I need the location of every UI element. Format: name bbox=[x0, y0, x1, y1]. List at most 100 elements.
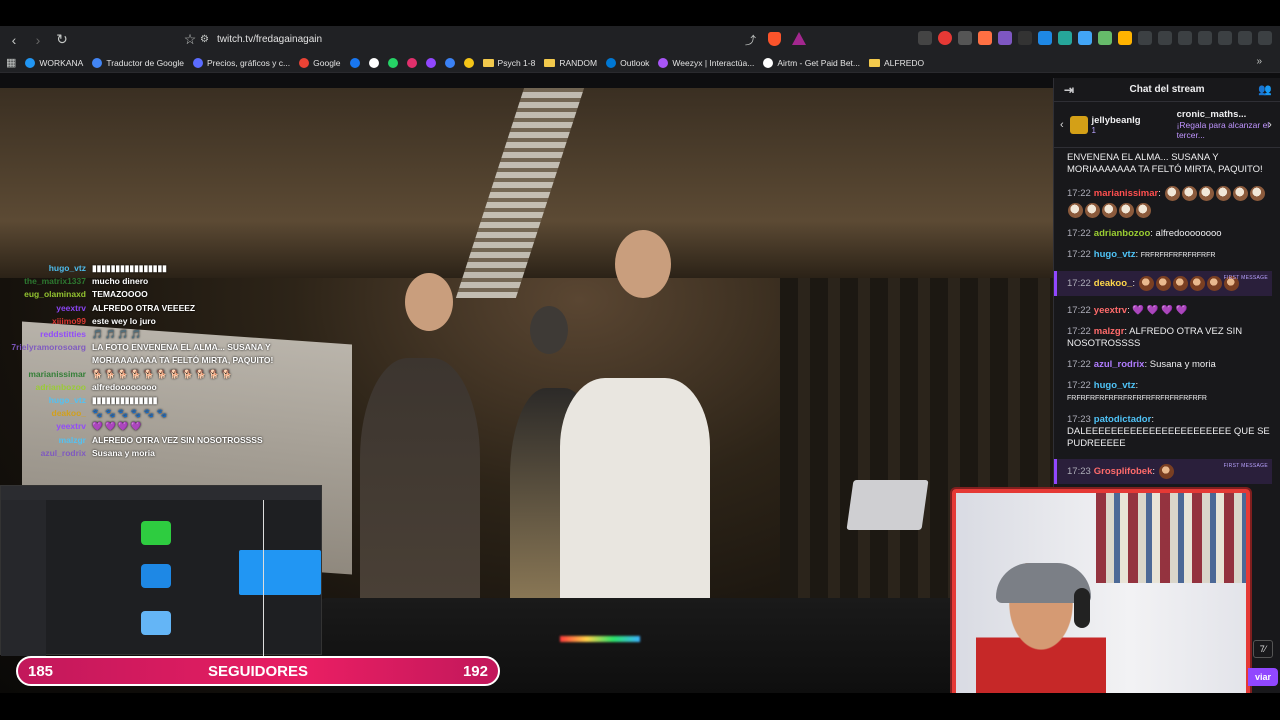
bookmark-item[interactable]: Airtm - Get Paid Bet... bbox=[763, 57, 860, 68]
chat-send-button[interactable]: viar bbox=[1248, 668, 1278, 686]
emote-icon bbox=[1158, 464, 1174, 479]
emote-icon bbox=[1085, 203, 1100, 218]
followers-label: SEGUIDORES bbox=[207, 662, 309, 680]
chat-message[interactable]: 17:23 patodictador: DALEEEEEEEEEEEEEEEEEE… bbox=[1067, 414, 1272, 450]
extension-icon[interactable] bbox=[1058, 31, 1072, 45]
chat-username[interactable]: adrianbozoo bbox=[1094, 228, 1150, 239]
brave-shield-icon[interactable] bbox=[768, 32, 781, 46]
bookmark-label: Precios, gráficos y c... bbox=[206, 57, 291, 68]
chat-username[interactable]: yeextrv bbox=[1094, 305, 1127, 316]
chat-username[interactable]: malzgr bbox=[1094, 326, 1125, 337]
bookmark-item[interactable]: Weezyx | Interactúa... bbox=[658, 57, 754, 68]
chat-message[interactable]: FIRST MESSAGE 17:23 Grosplifobek: bbox=[1054, 459, 1272, 484]
extension-icon[interactable] bbox=[978, 31, 992, 45]
performer-head bbox=[405, 273, 453, 331]
sidebar-icon[interactable] bbox=[1198, 31, 1212, 45]
share-icon[interactable]: ⤴ bbox=[745, 32, 756, 48]
extension-icon[interactable] bbox=[1158, 31, 1172, 45]
extensions-puzzle-icon[interactable] bbox=[1138, 31, 1152, 45]
bookmark-item[interactable]: WORKANA bbox=[25, 57, 83, 68]
performer-head bbox=[615, 230, 671, 298]
bookmark-icon[interactable] bbox=[463, 57, 474, 68]
chat-message[interactable]: 17:22 yeextrv: 💜 💜 💜 💜 bbox=[1067, 305, 1272, 317]
bookmark-item[interactable]: ALFREDO bbox=[869, 58, 924, 68]
forward-icon[interactable]: › bbox=[28, 30, 48, 50]
vpn-icon[interactable] bbox=[1238, 31, 1252, 45]
chat-username[interactable]: patodictador bbox=[1094, 414, 1152, 425]
chat-username[interactable]: azul_rodrix bbox=[1094, 359, 1145, 370]
extension-icon[interactable] bbox=[1038, 31, 1052, 45]
bookmark-item[interactable]: Google bbox=[299, 57, 341, 68]
chat-username[interactable]: marianissimar bbox=[1094, 188, 1158, 199]
overlay-chat-username: malzgr bbox=[58, 434, 86, 445]
chat-message[interactable]: 17:22 marianissimar: bbox=[1067, 185, 1272, 219]
bookmark-item[interactable]: Traductor de Google bbox=[92, 57, 184, 68]
rewards-icon[interactable] bbox=[792, 32, 806, 45]
overlay-chat-username: yeextrv bbox=[56, 302, 86, 313]
chevron-left-icon[interactable]: ‹ bbox=[1054, 119, 1070, 131]
bookmark-icon[interactable] bbox=[349, 57, 360, 68]
extension-icon[interactable] bbox=[1078, 31, 1092, 45]
chat-message[interactable]: 17:22 hugo_vtz: FRFRFRFRFRFRFRFR bbox=[1067, 249, 1272, 262]
favicon-icon bbox=[658, 57, 669, 68]
chat-separator: : bbox=[1152, 466, 1158, 478]
chat-username[interactable]: hugo_vtz bbox=[1094, 380, 1136, 391]
chat-message[interactable]: 17:22 azul_rodrix: Susana y moria bbox=[1067, 359, 1272, 371]
extension-icon[interactable] bbox=[998, 31, 1012, 45]
bookmark-icon[interactable] bbox=[444, 57, 455, 68]
chat-username[interactable]: deakoo_ bbox=[1094, 278, 1133, 289]
collapse-chat-icon[interactable]: ⇥ bbox=[1064, 83, 1074, 97]
url-field[interactable]: ⚙ twitch.tv/fredagainagain bbox=[200, 30, 760, 49]
wallet-icon[interactable] bbox=[1218, 31, 1232, 45]
bookmark-icon[interactable] bbox=[406, 57, 417, 68]
menu-icon[interactable] bbox=[1258, 31, 1272, 45]
overlay-chat-line: 7rielyramorosoarg LA FOTO ENVENENA EL ALM… bbox=[0, 341, 280, 354]
chat-message[interactable]: FIRST MESSAGE 17:22 deakoo_: bbox=[1054, 271, 1272, 296]
users-icon[interactable]: 👥 bbox=[1258, 83, 1272, 96]
gift-user-1[interactable]: jellybeanlg bbox=[1092, 115, 1153, 126]
extension-icon[interactable] bbox=[1118, 31, 1132, 45]
bookmark-icon[interactable] bbox=[425, 57, 436, 68]
bookmark-item[interactable]: Precios, gráficos y c... bbox=[192, 57, 291, 68]
site-info-icon[interactable]: ⚙ bbox=[200, 34, 209, 45]
followers-goal: 192 bbox=[462, 662, 488, 680]
bookmarks-overflow-icon[interactable]: » bbox=[1256, 56, 1262, 67]
overlay-chat-line: hugo_vtz ▮▮▮▮▮▮▮▮▮▮▮▮▮▮ bbox=[0, 394, 280, 407]
extension-icon[interactable] bbox=[1098, 31, 1112, 45]
emote-icon bbox=[1172, 276, 1188, 291]
chat-text: FRFRFRFRFRFRFRFRFRFRFRFRFRFRFR bbox=[1067, 395, 1207, 402]
bookmark-icon[interactable] bbox=[368, 57, 379, 68]
overlay-chat-line: adrianbozoo alfredoooooooo bbox=[0, 381, 280, 394]
chat-username[interactable]: hugo_vtz bbox=[1094, 249, 1136, 260]
emote-icon bbox=[1232, 186, 1248, 201]
overlay-chat-message: mucho dinero bbox=[92, 276, 149, 287]
music-icon[interactable] bbox=[1178, 31, 1192, 45]
bookmark-item[interactable]: RANDOM bbox=[544, 58, 597, 68]
chat-message[interactable]: 17:22 malzgr: ALFREDO OTRA VEZ SIN NOSOTR… bbox=[1067, 326, 1272, 350]
overlay-chat-message: ▮▮▮▮▮▮▮▮▮▮▮▮▮▮▮▮ bbox=[92, 263, 167, 273]
bits-icon[interactable]: 7⁄ bbox=[1253, 640, 1273, 658]
extension-icon[interactable] bbox=[938, 31, 952, 45]
bookmark-item[interactable]: Outlook bbox=[606, 57, 649, 68]
extension-icon[interactable] bbox=[918, 31, 932, 45]
chat-message[interactable]: 17:22 adrianbozoo: alfredoooooooo bbox=[1067, 228, 1272, 240]
chat-message[interactable]: ENVENENA EL ALMA... SUSANA Y MORIAAAAAAA… bbox=[1067, 152, 1272, 176]
apps-grid-icon[interactable]: ▦ bbox=[6, 56, 16, 69]
chevron-right-icon[interactable]: › bbox=[1262, 119, 1278, 131]
bookmark-label: Traductor de Google bbox=[106, 57, 184, 68]
reload-icon[interactable]: ↻ bbox=[52, 30, 72, 50]
chat-username[interactable]: Grosplifobek bbox=[1094, 466, 1153, 477]
chat-timestamp: 17:22 bbox=[1067, 326, 1091, 337]
chat-text: Susana y moria bbox=[1149, 359, 1216, 370]
bookmark-icon[interactable] bbox=[387, 57, 398, 68]
bookmark-star-icon[interactable]: ☆ bbox=[180, 30, 200, 50]
chat-message[interactable]: 17:22 hugo_vtz: FRFRFRFRFRFRFRFRFRFRFRFRF… bbox=[1067, 380, 1272, 405]
overlay-chat-message: ▮▮▮▮▮▮▮▮▮▮▮▮▮▮ bbox=[92, 395, 158, 406]
overlay-chat-line: azul_rodrix Susana y moria bbox=[0, 447, 280, 460]
extension-icon[interactable] bbox=[1018, 31, 1032, 45]
overlay-chat-line: MORIAAAAAAA TA FELTÓ MIRTA, PAQUITO! bbox=[0, 354, 280, 367]
extension-icon[interactable] bbox=[958, 31, 972, 45]
bookmark-item[interactable]: Psych 1-8 bbox=[482, 58, 535, 68]
back-icon[interactable]: ‹ bbox=[4, 30, 24, 50]
overlay-chat-message: 🐾 🐾 🐾 🐾 🐾 🐾 bbox=[92, 408, 168, 419]
